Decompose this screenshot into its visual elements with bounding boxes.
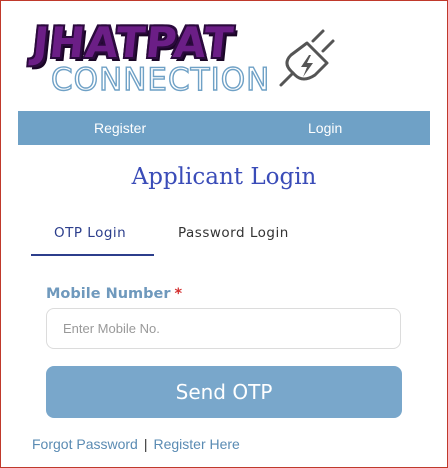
active-tab-indicator [31,254,154,256]
link-separator: | [143,436,148,452]
register-here-link[interactable]: Register Here [153,436,239,452]
top-navbar: Register Login [18,111,430,145]
brand-logo: JHATPAT CONNECTION [30,18,351,101]
electric-plug-icon [279,29,335,87]
tab-password-login[interactable]: Password Login [178,225,289,241]
nav-register-link[interactable]: Register [94,111,146,145]
footer-links: Forgot Password | Register Here [32,436,240,452]
mobile-number-input[interactable] [46,308,401,349]
logo-subtitle: CONNECTION [50,62,271,98]
tab-otp-login[interactable]: OTP Login [54,225,126,241]
nav-login-link[interactable]: Login [308,111,342,145]
send-otp-button[interactable]: Send OTP [46,366,402,418]
logo-title: JHATPAT [30,18,237,67]
login-page: JHATPAT CONNECTION Register Login Applic… [0,0,448,468]
forgot-password-link[interactable]: Forgot Password [32,436,138,452]
mobile-number-label: Mobile Number * [46,286,182,302]
required-marker: * [174,286,183,302]
page-title: Applicant Login [131,164,317,190]
mobile-number-label-text: Mobile Number [46,286,171,302]
